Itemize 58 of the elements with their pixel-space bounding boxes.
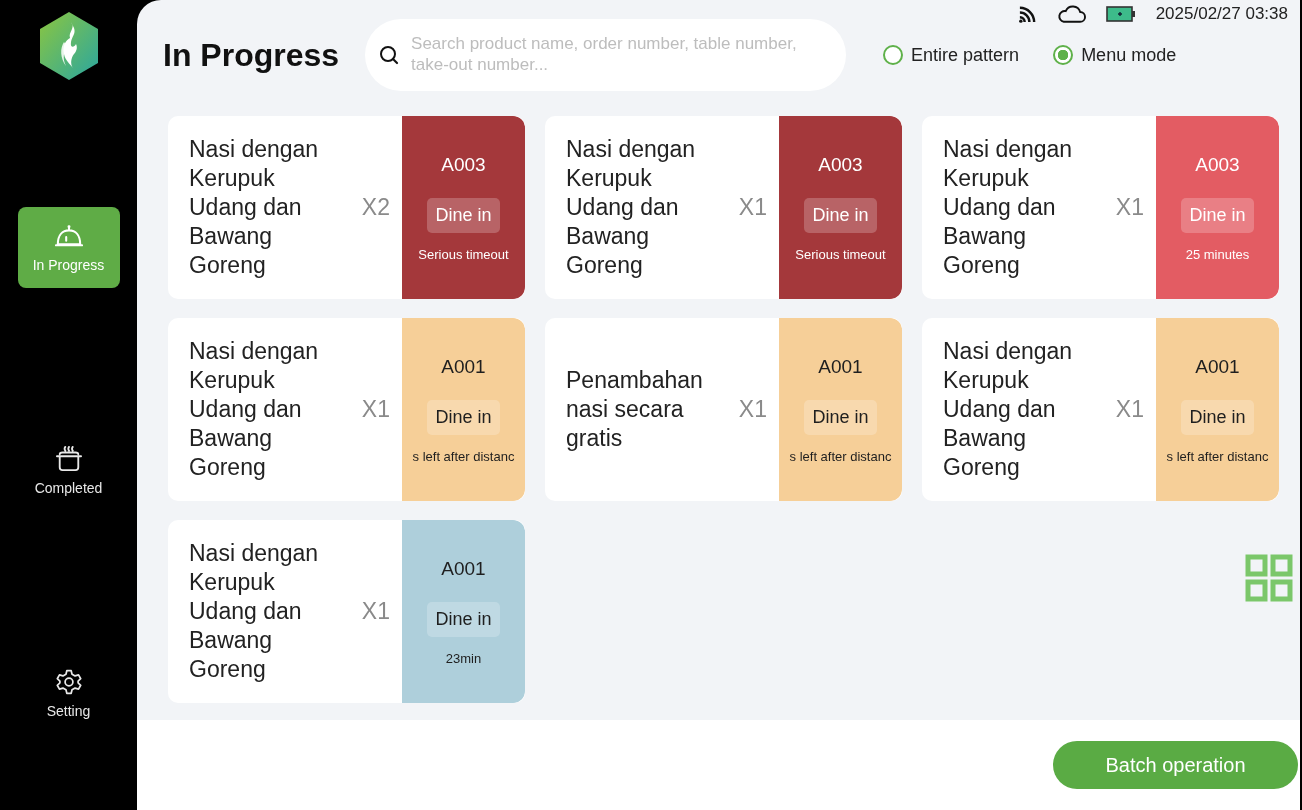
quantity-text: X2 [361,194,390,221]
sidebar-item[interactable]: Completed [17,430,120,511]
dining-tag: Dine in [427,197,500,233]
order-card[interactable]: Nasi dengan Kerupuk Udang dan Bawang Goreng X1 A001 Dine in s left after distanc [168,318,525,501]
quantity-text: X1 [361,598,390,625]
order-card[interactable]: Penambahan nasi secara gratis X1 A001 Dine in s left after distanc [545,318,902,501]
product-name: Nasi dengan Kerupuk Udang dan Bawang Goreng [189,539,320,684]
settings-icon [54,668,83,695]
product-name: Nasi dengan Kerupuk Udang dan Bawang Goreng [189,337,320,482]
dining-tag: Dine in [427,399,500,435]
cloche-icon [54,222,83,249]
status-text: Serious timeout [795,246,886,262]
quantity-text: X1 [361,396,390,423]
dining-tag: Dine in [427,601,500,637]
status-text: s left after distanc [789,448,892,464]
search-icon [379,45,400,65]
dining-tag: Dine in [804,197,877,233]
order-number: A001 [441,355,486,378]
quantity-text: X1 [1115,194,1144,221]
order-number: A003 [818,153,863,176]
quantity-text: X1 [1115,396,1144,423]
product-name: Nasi dengan Kerupuk Udang dan Bawang Goreng [943,135,1074,280]
steaming-pot-icon [54,445,83,472]
mode-radio[interactable]: Menu mode [1053,44,1177,66]
order-number: A001 [818,355,863,378]
product-name: Penambahan nasi secara gratis [566,366,704,453]
grid-view-icon[interactable] [1245,554,1293,602]
status-text: s left after distanc [1166,448,1269,464]
cloud-icon [1056,4,1086,24]
order-card[interactable]: Nasi dengan Kerupuk Udang dan Bawang Goreng X1 A001 Dine in 23min [168,520,525,703]
order-number: A003 [1195,153,1240,176]
battery-icon [1105,6,1136,22]
order-card[interactable]: Nasi dengan Kerupuk Udang dan Bawang Goreng X1 A003 Dine in 25 minutes [922,116,1279,299]
dining-tag: Dine in [1181,399,1254,435]
status-text: s left after distanc [412,448,515,464]
search-field[interactable]: Search product name, order number, table number, take-out number... [365,19,847,91]
order-number: A001 [441,557,486,580]
hexagon-flame-logo [39,12,98,80]
status-text: 25 minutes [1185,246,1250,262]
product-name: Nasi dengan Kerupuk Udang dan Bawang Goreng [943,337,1074,482]
order-card[interactable]: Nasi dengan Kerupuk Udang dan Bawang Goreng X1 A003 Dine in Serious timeout [545,116,902,299]
page-title: In Progress [163,36,340,74]
sidebar-item[interactable]: Setting [17,653,120,734]
status-text: Serious timeout [418,246,509,262]
dining-tag: Dine in [1181,197,1254,233]
order-number: A001 [1195,355,1240,378]
product-name: Nasi dengan Kerupuk Udang dan Bawang Goreng [566,135,697,280]
quantity-text: X1 [738,194,767,221]
dining-tag: Dine in [804,399,877,435]
order-number: A003 [441,153,486,176]
status-text: 23min [445,650,482,666]
order-card[interactable]: Nasi dengan Kerupuk Udang dan Bawang Goreng X2 A003 Dine in Serious timeout [168,116,525,299]
clock-time: 2025/02/27 03:38 [1155,4,1288,24]
order-card[interactable]: Nasi dengan Kerupuk Udang dan Bawang Goreng X1 A001 Dine in s left after distanc [922,318,1279,501]
product-name: Nasi dengan Kerupuk Udang dan Bawang Goreng [189,135,320,280]
wifi-icon [1017,4,1037,24]
mode-radio[interactable]: Entire pattern [883,44,1020,66]
quantity-text: X1 [738,396,767,423]
